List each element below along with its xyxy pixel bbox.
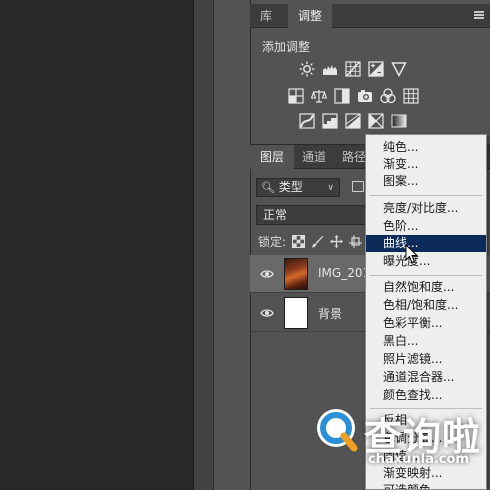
- vibrance-icon[interactable]: [287, 87, 304, 104]
- watermark-logo-icon: [317, 409, 358, 452]
- threshold-icon[interactable]: [344, 112, 361, 129]
- adjustment-icons-row-1: [298, 60, 407, 77]
- lock-label: 锁定:: [258, 235, 287, 249]
- filter-type-label: 类型: [278, 180, 303, 194]
- menu-item-hue-saturation[interactable]: 色相/饱和度...: [366, 297, 486, 314]
- watermark-domain: chaxunla.com: [368, 452, 469, 467]
- menu-item-pattern[interactable]: 图案...: [366, 173, 486, 190]
- menu-item-exposure[interactable]: 曝光度...: [366, 253, 486, 270]
- brightness-contrast-icon[interactable]: [298, 60, 315, 77]
- document-canvas: [0, 0, 193, 490]
- photo-filter-icon[interactable]: [379, 87, 396, 104]
- menu-item-solid-color[interactable]: 纯色...: [366, 139, 486, 156]
- lock-artboard-icon[interactable]: [349, 235, 363, 248]
- hue-saturation-icon[interactable]: [310, 87, 327, 104]
- tab-channels[interactable]: 通道: [292, 145, 336, 169]
- menu-item-gradient[interactable]: 渐变...: [366, 156, 486, 173]
- panel-menu-icon[interactable]: [474, 11, 484, 19]
- menu-divider: [370, 195, 482, 196]
- menu-item-channel-mixer[interactable]: 通道混合器...: [366, 369, 486, 386]
- tab-layers[interactable]: 图层: [250, 145, 295, 169]
- watermark: 查询啦 chaxunla.com: [306, 400, 484, 486]
- top-panel-tabs: 库 调整: [250, 4, 490, 28]
- gradient-triangle-icon[interactable]: [390, 60, 407, 77]
- menu-item-color-balance[interactable]: 色彩平衡...: [366, 315, 486, 332]
- adjustment-icons-row-2: [287, 87, 419, 104]
- levels-icon[interactable]: [321, 60, 338, 77]
- eye-icon[interactable]: [260, 267, 274, 281]
- gradient-map-icon[interactable]: [390, 112, 407, 129]
- tab-libraries[interactable]: 库: [250, 4, 282, 28]
- lock-position-icon[interactable]: [330, 235, 344, 248]
- panel-dock-collapsed: [193, 0, 213, 490]
- menu-item-photo-filter[interactable]: 照片滤镜...: [366, 351, 486, 368]
- menu-item-levels[interactable]: 色阶...: [366, 218, 486, 235]
- layer-name: IMG_201: [318, 266, 371, 280]
- exposure-icon[interactable]: [367, 60, 384, 77]
- layer-filter-select[interactable]: 🔍︎ 类型 ∨: [256, 178, 340, 197]
- lock-row: 锁定:: [258, 233, 363, 250]
- search-icon: 🔍︎: [261, 181, 275, 194]
- add-adjustment-title: 添加调整: [262, 40, 311, 54]
- tab-adjustments[interactable]: 调整: [288, 4, 333, 28]
- curves-icon[interactable]: [344, 60, 361, 77]
- black-white-icon[interactable]: [356, 87, 373, 104]
- adjustment-icons-row-3: [298, 112, 407, 129]
- blend-mode-select[interactable]: 正常: [256, 205, 374, 225]
- mouse-cursor-icon: [405, 244, 419, 264]
- menu-divider: [370, 275, 482, 276]
- menu-item-vibrance[interactable]: 自然饱和度...: [366, 279, 486, 296]
- selective-color-icon[interactable]: [367, 112, 384, 129]
- chevron-down-icon: ∨: [327, 183, 334, 193]
- icon-dock: [213, 0, 250, 490]
- menu-item-black-white[interactable]: 黑白...: [366, 333, 486, 350]
- channel-mixer-icon[interactable]: [402, 87, 419, 104]
- eye-icon[interactable]: [260, 306, 274, 320]
- color-balance-icon[interactable]: [333, 87, 350, 104]
- lock-transparent-pixels-icon[interactable]: [292, 235, 306, 248]
- layer-name: 背景: [318, 307, 343, 321]
- layer-thumbnail: [284, 297, 308, 329]
- menu-item-curves[interactable]: 曲线...: [366, 235, 486, 252]
- image-filter-icon[interactable]: [352, 181, 364, 192]
- layer-thumbnail: [284, 258, 308, 290]
- lock-image-pixels-icon[interactable]: [311, 235, 324, 248]
- menu-item-brightness-contrast[interactable]: 亮度/对比度...: [366, 200, 486, 217]
- posterize-icon[interactable]: [321, 112, 338, 129]
- invert-icon[interactable]: [298, 112, 315, 129]
